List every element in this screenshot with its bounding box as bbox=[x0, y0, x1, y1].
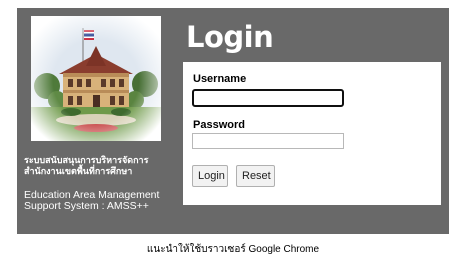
login-form: Username Password Login Reset bbox=[183, 62, 441, 205]
login-button[interactable]: Login bbox=[192, 165, 228, 187]
system-name: Education Area Management Support System… bbox=[24, 190, 159, 212]
reset-button[interactable]: Reset bbox=[236, 165, 275, 187]
browser-recommendation-note: แนะนำให้ใช้บราวเซอร์ Google Chrome bbox=[146, 244, 320, 255]
page-title: Login bbox=[186, 20, 274, 54]
username-input[interactable] bbox=[192, 89, 344, 107]
system-name-line-2: Support System : AMSS++ bbox=[24, 200, 149, 212]
login-panel: ระบบสนับสนุนการบริหารจัดการ สำนักงานเขตพ… bbox=[17, 8, 449, 234]
password-input[interactable] bbox=[192, 133, 344, 149]
password-label: Password bbox=[193, 119, 245, 131]
building-illustration bbox=[31, 16, 161, 141]
organization-name-thai: ระบบสนับสนุนการบริหารจัดการ สำนักงานเขตพ… bbox=[24, 155, 184, 177]
school-building-photo bbox=[31, 16, 161, 141]
org-thai-line-1: ระบบสนับสนุนการบริหารจัดการ bbox=[24, 155, 149, 165]
org-thai-line-2: สำนักงานเขตพื้นที่การศึกษา bbox=[24, 166, 133, 176]
username-label: Username bbox=[193, 73, 247, 85]
